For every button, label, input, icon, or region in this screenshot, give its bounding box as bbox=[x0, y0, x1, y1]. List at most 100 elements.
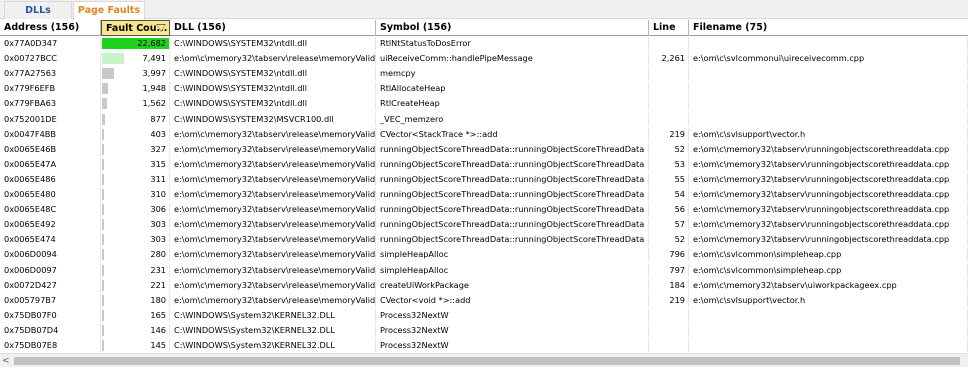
cell-symbol: simpleHeapAlloc bbox=[376, 248, 649, 262]
scrollbar-thumb[interactable] bbox=[14, 357, 960, 365]
table-row[interactable]: 0x0065E492 303 e:\om\c\memory32\tabserv\re… bbox=[0, 218, 968, 232]
cell-filename bbox=[689, 323, 968, 337]
cell-dll: e:\om\c\memory32\tabserv\release\memoryV… bbox=[170, 203, 376, 217]
cell-line: 797 bbox=[649, 263, 689, 277]
scroll-left-arrow-icon[interactable]: < bbox=[2, 355, 12, 367]
table-row[interactable]: 0x77A0D347 22,682 C:\WINDOWS\SYSTEM32\ntdl… bbox=[0, 37, 968, 50]
cell-fault-count: 306 bbox=[101, 203, 170, 217]
fault-count-value: 145 bbox=[150, 340, 166, 350]
fault-count-bar bbox=[102, 68, 114, 80]
fault-count-bar bbox=[102, 143, 104, 155]
cell-dll: e:\om\c\memory32\tabserv\release\memoryV… bbox=[170, 278, 376, 292]
cell-dll: e:\om\c\memory32\tabserv\release\memoryV… bbox=[170, 172, 376, 186]
fault-count-bar bbox=[102, 158, 104, 170]
cell-symbol: uiReceiveComm::handlePipeMessage bbox=[376, 52, 649, 66]
cell-line: 184 bbox=[649, 278, 689, 292]
cell-address: 0x77A27563 bbox=[0, 67, 101, 81]
cell-symbol: CVector<void *>::add bbox=[376, 293, 649, 307]
table-row[interactable]: 0x0065E48C 306 e:\om\c\memory32\tabserv\re… bbox=[0, 203, 968, 217]
column-header-filename[interactable]: Filename (75) bbox=[689, 20, 968, 36]
tab-page-faults[interactable]: Page Faults bbox=[73, 1, 145, 20]
cell-line: 54 bbox=[649, 188, 689, 201]
cell-filename: e:\om\c\svlcommonui\uireceivecomm.cpp bbox=[689, 52, 968, 66]
cell-dll: e:\om\c\memory32\tabserv\release\memoryV… bbox=[170, 188, 376, 201]
cell-fault-count: 315 bbox=[101, 157, 170, 171]
table-row[interactable]: 0x0065E480 310 e:\om\c\memory32\tabserv\re… bbox=[0, 188, 968, 201]
cell-filename: e:\om\c\svlcommon\simpleheap.cpp bbox=[689, 263, 968, 277]
tab-dlls[interactable]: DLLs bbox=[4, 1, 72, 19]
fault-count-value: 221 bbox=[150, 279, 166, 290]
cell-symbol: Process32NextW bbox=[376, 339, 649, 352]
column-header-row: Address (156) Fault Cou... DLL (156) Sym… bbox=[0, 20, 968, 36]
cell-address: 0x0072D427 bbox=[0, 278, 101, 292]
sort-descending-icon bbox=[156, 24, 166, 32]
table-row[interactable]: 0x00727BCC 7,491 e:\om\c\memory32\tabserv\… bbox=[0, 52, 968, 66]
cell-filename: e:\om\c\memory32\tabserv\runningobjectsc… bbox=[689, 203, 968, 217]
column-header-symbol[interactable]: Symbol (156) bbox=[376, 20, 649, 36]
table-row[interactable]: 0x0047F4BB 403 e:\om\c\memory32\tabserv\re… bbox=[0, 127, 968, 141]
cell-fault-count: 221 bbox=[101, 278, 170, 292]
table-row[interactable]: 0x0065E47A 315 e:\om\c\memory32\tabserv\re… bbox=[0, 157, 968, 171]
cell-filename: e:\om\c\memory32\tabserv\runningobjectsc… bbox=[689, 172, 968, 186]
cell-fault-count: 303 bbox=[101, 233, 170, 247]
cell-filename: e:\om\c\memory32\tabserv\runningobjectsc… bbox=[689, 157, 968, 171]
page-faults-grid: Address (156) Fault Cou... DLL (156) Sym… bbox=[0, 20, 968, 353]
fault-count-value: 3,997 bbox=[142, 68, 166, 79]
cell-symbol: Process32NextW bbox=[376, 323, 649, 337]
cell-symbol: Process32NextW bbox=[376, 308, 649, 322]
cell-address: 0x00727BCC bbox=[0, 52, 101, 66]
cell-address: 0x006D0097 bbox=[0, 263, 101, 277]
cell-fault-count: 145 bbox=[101, 339, 170, 352]
cell-line bbox=[649, 67, 689, 81]
cell-symbol: RtlAllocateHeap bbox=[376, 82, 649, 96]
column-header-fault-count[interactable]: Fault Cou... bbox=[101, 20, 170, 36]
cell-symbol: createUiWorkPackage bbox=[376, 278, 649, 292]
cell-address: 0x0047F4BB bbox=[0, 127, 101, 141]
cell-dll: e:\om\c\memory32\tabserv\release\memoryV… bbox=[170, 233, 376, 247]
cell-line: 219 bbox=[649, 127, 689, 141]
horizontal-scrollbar[interactable]: < bbox=[0, 353, 968, 367]
table-row[interactable]: 0x0065E474 303 e:\om\c\memory32\tabserv\re… bbox=[0, 233, 968, 247]
cell-symbol: memcpy bbox=[376, 67, 649, 81]
table-row[interactable]: 0x0065E46B 327 e:\om\c\memory32\tabserv\re… bbox=[0, 142, 968, 156]
column-header-dll[interactable]: DLL (156) bbox=[170, 20, 376, 36]
cell-filename bbox=[689, 308, 968, 322]
table-row[interactable]: 0x77A27563 3,997 C:\WINDOWS\SYSTEM32\ntdll… bbox=[0, 67, 968, 81]
table-row[interactable]: 0x0072D427 221 e:\om\c\memory32\tabserv\re… bbox=[0, 278, 968, 292]
fault-count-bar bbox=[102, 340, 104, 351]
fault-count-value: 1,562 bbox=[142, 98, 166, 109]
table-row[interactable]: 0x006D0094 280 e:\om\c\memory32\tabserv\re… bbox=[0, 248, 968, 262]
fault-count-bar bbox=[102, 83, 108, 95]
column-header-line[interactable]: Line bbox=[649, 20, 689, 36]
cell-filename bbox=[689, 37, 968, 50]
cell-line: 219 bbox=[649, 293, 689, 307]
cell-line: 57 bbox=[649, 218, 689, 232]
table-row[interactable]: 0x779F6EFB 1,948 C:\WINDOWS\SYSTEM32\ntdll… bbox=[0, 82, 968, 96]
table-row[interactable]: 0x75DB07E8 145 C:\WINDOWS\System32\KERNEL3… bbox=[0, 339, 968, 352]
table-row[interactable]: 0x0065E486 311 e:\om\c\memory32\tabserv\re… bbox=[0, 172, 968, 186]
cell-fault-count: 7,491 bbox=[101, 52, 170, 66]
cell-fault-count: 180 bbox=[101, 293, 170, 307]
fault-count-value: 303 bbox=[150, 219, 166, 230]
table-row[interactable]: 0x005797B7 180 e:\om\c\memory32\tabserv\re… bbox=[0, 293, 968, 307]
cell-symbol: runningObjectScoreThreadData::runningObj… bbox=[376, 188, 649, 201]
column-header-address[interactable]: Address (156) bbox=[0, 20, 101, 36]
cell-dll: C:\WINDOWS\System32\KERNEL32.DLL bbox=[170, 323, 376, 337]
cell-fault-count: 146 bbox=[101, 323, 170, 337]
fault-count-value: 180 bbox=[150, 294, 166, 305]
cell-filename bbox=[689, 82, 968, 96]
cell-fault-count: 877 bbox=[101, 112, 170, 126]
cell-line: 52 bbox=[649, 233, 689, 247]
cell-fault-count: 403 bbox=[101, 127, 170, 141]
cell-dll: e:\om\c\memory32\tabserv\release\memoryV… bbox=[170, 248, 376, 262]
cell-fault-count: 303 bbox=[101, 218, 170, 232]
table-row[interactable]: 0x752001DE 877 C:\WINDOWS\SYSTEM32\MSVCR10… bbox=[0, 112, 968, 126]
table-row[interactable]: 0x779FBA63 1,562 C:\WINDOWS\SYSTEM32\ntdll… bbox=[0, 97, 968, 111]
cell-dll: e:\om\c\memory32\tabserv\release\memoryV… bbox=[170, 157, 376, 171]
cell-fault-count: 3,997 bbox=[101, 67, 170, 81]
fault-count-bar bbox=[102, 249, 104, 261]
table-row[interactable]: 0x75DB07D4 146 C:\WINDOWS\System32\KERNEL3… bbox=[0, 323, 968, 337]
cell-symbol: runningObjectScoreThreadData::runningObj… bbox=[376, 218, 649, 232]
table-row[interactable]: 0x006D0097 231 e:\om\c\memory32\tabserv\re… bbox=[0, 263, 968, 277]
table-row[interactable]: 0x75DB07F0 165 C:\WINDOWS\System32\KERNEL3… bbox=[0, 308, 968, 322]
